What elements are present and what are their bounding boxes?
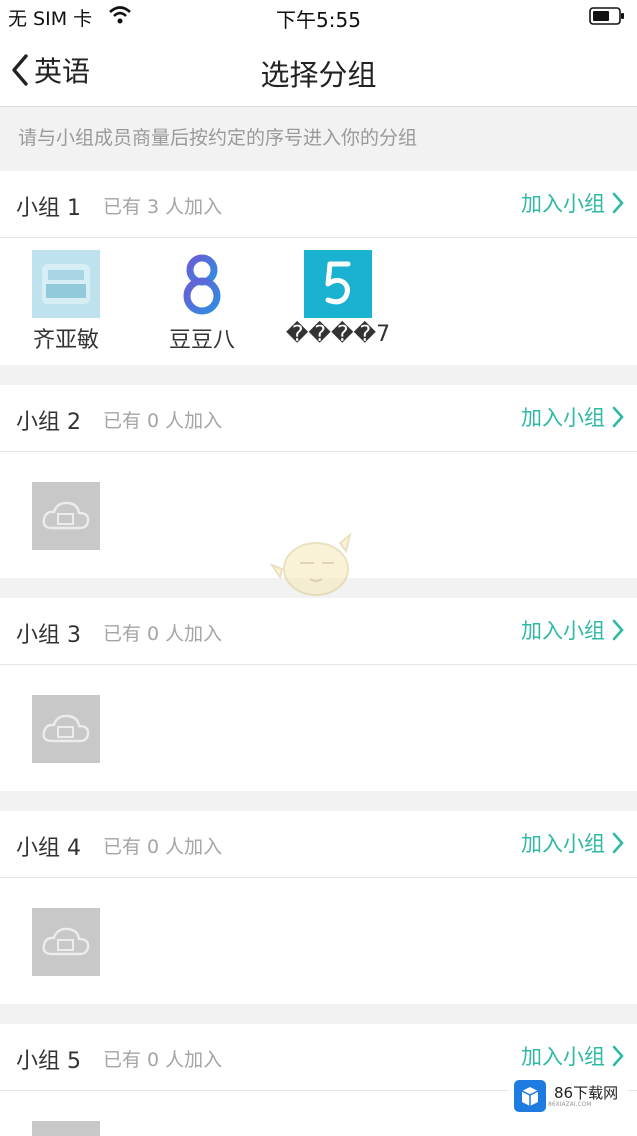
group-header: 小组 3 已有 0 人加入 加入小组 <box>0 598 637 665</box>
group-member-count: 已有 0 人加入 <box>103 410 223 432</box>
group-name: 小组 1 <box>16 196 81 221</box>
chevron-right-icon <box>612 1045 624 1067</box>
join-group-button[interactable]: 加入小组 <box>521 828 625 858</box>
loading-mascot-icon <box>270 532 352 596</box>
status-time: 下午5:55 <box>276 8 361 32</box>
chevron-right-icon <box>612 192 624 214</box>
join-group-button[interactable]: 加入小组 <box>521 402 625 432</box>
group-header: 小组 2 已有 0 人加入 加入小组 <box>0 385 637 452</box>
cloud-placeholder-icon <box>42 714 90 743</box>
group-header: 小组 4 已有 0 人加入 加入小组 <box>0 811 637 878</box>
group-member-count: 已有 0 人加入 <box>103 1049 223 1071</box>
hint-text: 请与小组成员商量后按约定的序号进入你的分组 <box>18 127 418 149</box>
chevron-right-icon <box>612 619 624 641</box>
box-logo-icon <box>514 1080 546 1112</box>
group-members: 齐亚敏 豆豆八 ����7 <box>0 238 637 365</box>
member-item[interactable]: 齐亚敏 <box>6 250 126 354</box>
join-group-button[interactable]: 加入小组 <box>521 188 625 218</box>
group-header: 小组 1 已有 3 人加入 加入小组 <box>0 171 637 238</box>
status-bar: 无 SIM 卡 下午5:55 <box>0 0 637 32</box>
join-group-label: 加入小组 <box>521 832 605 856</box>
join-group-label: 加入小组 <box>521 1045 605 1069</box>
group-name: 小组 3 <box>16 623 81 648</box>
group-member-count: 已有 0 人加入 <box>103 836 223 858</box>
group-member-count: 已有 0 人加入 <box>103 623 223 645</box>
chevron-right-icon <box>612 832 624 854</box>
member-avatar <box>304 250 372 318</box>
empty-slot <box>32 908 100 976</box>
chevron-right-icon <box>612 406 624 428</box>
group-name: 小组 2 <box>16 410 81 435</box>
page-title: 选择分组 <box>260 58 377 92</box>
watermark-subtext: 86XIAZAI.COM <box>548 1100 592 1108</box>
join-group-label: 加入小组 <box>521 192 605 216</box>
empty-slot <box>32 1121 100 1136</box>
group-members <box>0 665 637 791</box>
group-name: 小组 5 <box>16 1049 81 1074</box>
group-card: 小组 3 已有 0 人加入 加入小组 <box>0 598 637 791</box>
join-group-label: 加入小组 <box>521 406 605 430</box>
group-member-count: 已有 3 人加入 <box>103 196 223 218</box>
empty-slot <box>32 695 100 763</box>
member-item[interactable]: 豆豆八 <box>142 250 262 354</box>
member-item[interactable]: ����7 <box>278 250 398 347</box>
group-members <box>0 878 637 1004</box>
member-avatar <box>32 250 100 318</box>
member-name: 齐亚敏 <box>32 328 99 353</box>
cloud-placeholder-icon <box>42 927 90 956</box>
join-group-label: 加入小组 <box>521 619 605 643</box>
join-group-button[interactable]: 加入小组 <box>521 1041 625 1071</box>
watermark-logo: 86下载网 86XIAZAI.COM <box>508 1074 628 1118</box>
nav-bar: 英语 选择分组 <box>0 32 637 107</box>
battery-icon <box>589 7 624 25</box>
member-name: 豆豆八 <box>168 328 235 353</box>
join-group-button[interactable]: 加入小组 <box>521 615 625 645</box>
member-name: ����7 <box>285 322 391 347</box>
group-card: 小组 4 已有 0 人加入 加入小组 <box>0 811 637 1004</box>
member-avatar <box>168 250 236 318</box>
group-card: 小组 1 已有 3 人加入 加入小组 齐亚敏 豆豆八 ����7 <box>0 171 637 365</box>
group-name: 小组 4 <box>16 836 81 861</box>
watermark-text: 86下载网 <box>554 1083 619 1102</box>
cloud-placeholder-icon <box>42 501 90 530</box>
empty-slot <box>32 482 100 550</box>
